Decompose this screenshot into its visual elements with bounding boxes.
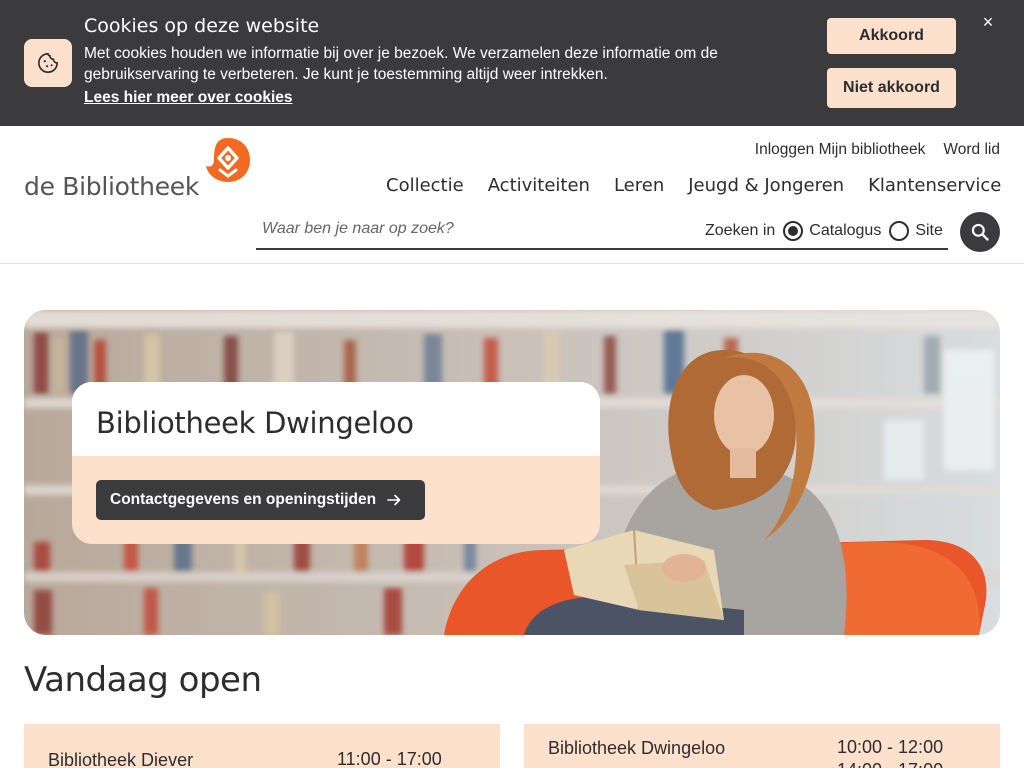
opening-card-dwingeloo[interactable]: Bibliotheek Dwingeloo 10:00 - 12:00 14:0… <box>524 724 1000 768</box>
search-scope-label: Zoeken in <box>705 222 776 239</box>
location-name: Bibliotheek Diever <box>48 750 194 768</box>
become-member-link[interactable]: Word lid <box>943 141 1000 159</box>
cookie-title: Cookies op deze website <box>84 15 320 37</box>
search-scope: Zoeken in Catalogus Site <box>705 221 943 241</box>
search-input[interactable] <box>262 220 682 238</box>
nav-item-activiteiten[interactable]: Activiteiten <box>488 175 590 196</box>
search-icon <box>971 223 989 241</box>
site-header: de Bibliotheek Inloggen Mijn bibliotheek… <box>0 126 1024 264</box>
radio-site[interactable] <box>889 221 910 241</box>
opening-card-diever[interactable]: Bibliotheek Diever 11:00 - 17:00 <box>24 724 500 768</box>
cookie-info-link[interactable]: Lees hier meer over cookies <box>84 89 293 107</box>
opening-hours: 11:00 - 17:00 <box>337 749 442 768</box>
cookie-icon <box>24 39 72 87</box>
radio-site-label[interactable]: Site <box>915 222 943 240</box>
location-name: Bibliotheek Dwingeloo <box>548 738 726 758</box>
opening-hours: 14:00 - 17:00 <box>837 759 943 768</box>
search-bar: Zoeken in Catalogus Site <box>256 212 948 250</box>
logo[interactable]: de Bibliotheek <box>24 136 256 202</box>
cookie-banner: Cookies op deze website Met cookies houd… <box>0 0 1024 126</box>
hero-title: Bibliotheek Dwingeloo <box>96 406 414 440</box>
nav-item-jeugd-jongeren[interactable]: Jeugd & Jongeren <box>688 175 844 196</box>
bibliotheek-logo-icon <box>206 138 250 182</box>
cookie-description: Met cookies houden we informatie bij ove… <box>84 45 718 83</box>
top-links: Inloggen Mijn bibliotheek Word lid <box>755 141 1000 159</box>
login-link[interactable]: Inloggen Mijn bibliotheek <box>755 141 926 159</box>
accept-cookies-button[interactable]: Akkoord <box>827 18 956 54</box>
section-title-today-open: Vandaag open <box>24 660 262 700</box>
nav-item-leren[interactable]: Leren <box>614 175 664 196</box>
nav-item-collectie[interactable]: Collectie <box>386 175 464 196</box>
nav-item-klantenservice[interactable]: Klantenservice <box>868 175 1001 196</box>
search-button[interactable] <box>960 212 1000 252</box>
hero-card: Bibliotheek Dwingeloo Contactgegevens en… <box>72 382 600 544</box>
contact-hours-button[interactable]: Contactgegevens en openingstijden <box>96 480 425 520</box>
opening-hours: 10:00 - 12:00 <box>837 737 944 757</box>
decline-cookies-button[interactable]: Niet akkoord <box>827 68 956 108</box>
radio-catalogus-label[interactable]: Catalogus <box>809 222 881 240</box>
logo-text: de Bibliotheek <box>24 172 200 201</box>
hero-banner: Bibliotheek Dwingeloo Contactgegevens en… <box>24 310 1000 635</box>
radio-catalogus[interactable] <box>783 221 804 241</box>
hero-card-header: Bibliotheek Dwingeloo <box>72 382 600 456</box>
contact-hours-button-label: Contactgegevens en openingstijden <box>110 491 377 508</box>
main-navigation: Collectie Activiteiten Leren Jeugd & Jon… <box>386 175 1024 196</box>
arrow-right-icon <box>387 494 401 506</box>
close-icon[interactable]: × <box>978 12 998 32</box>
